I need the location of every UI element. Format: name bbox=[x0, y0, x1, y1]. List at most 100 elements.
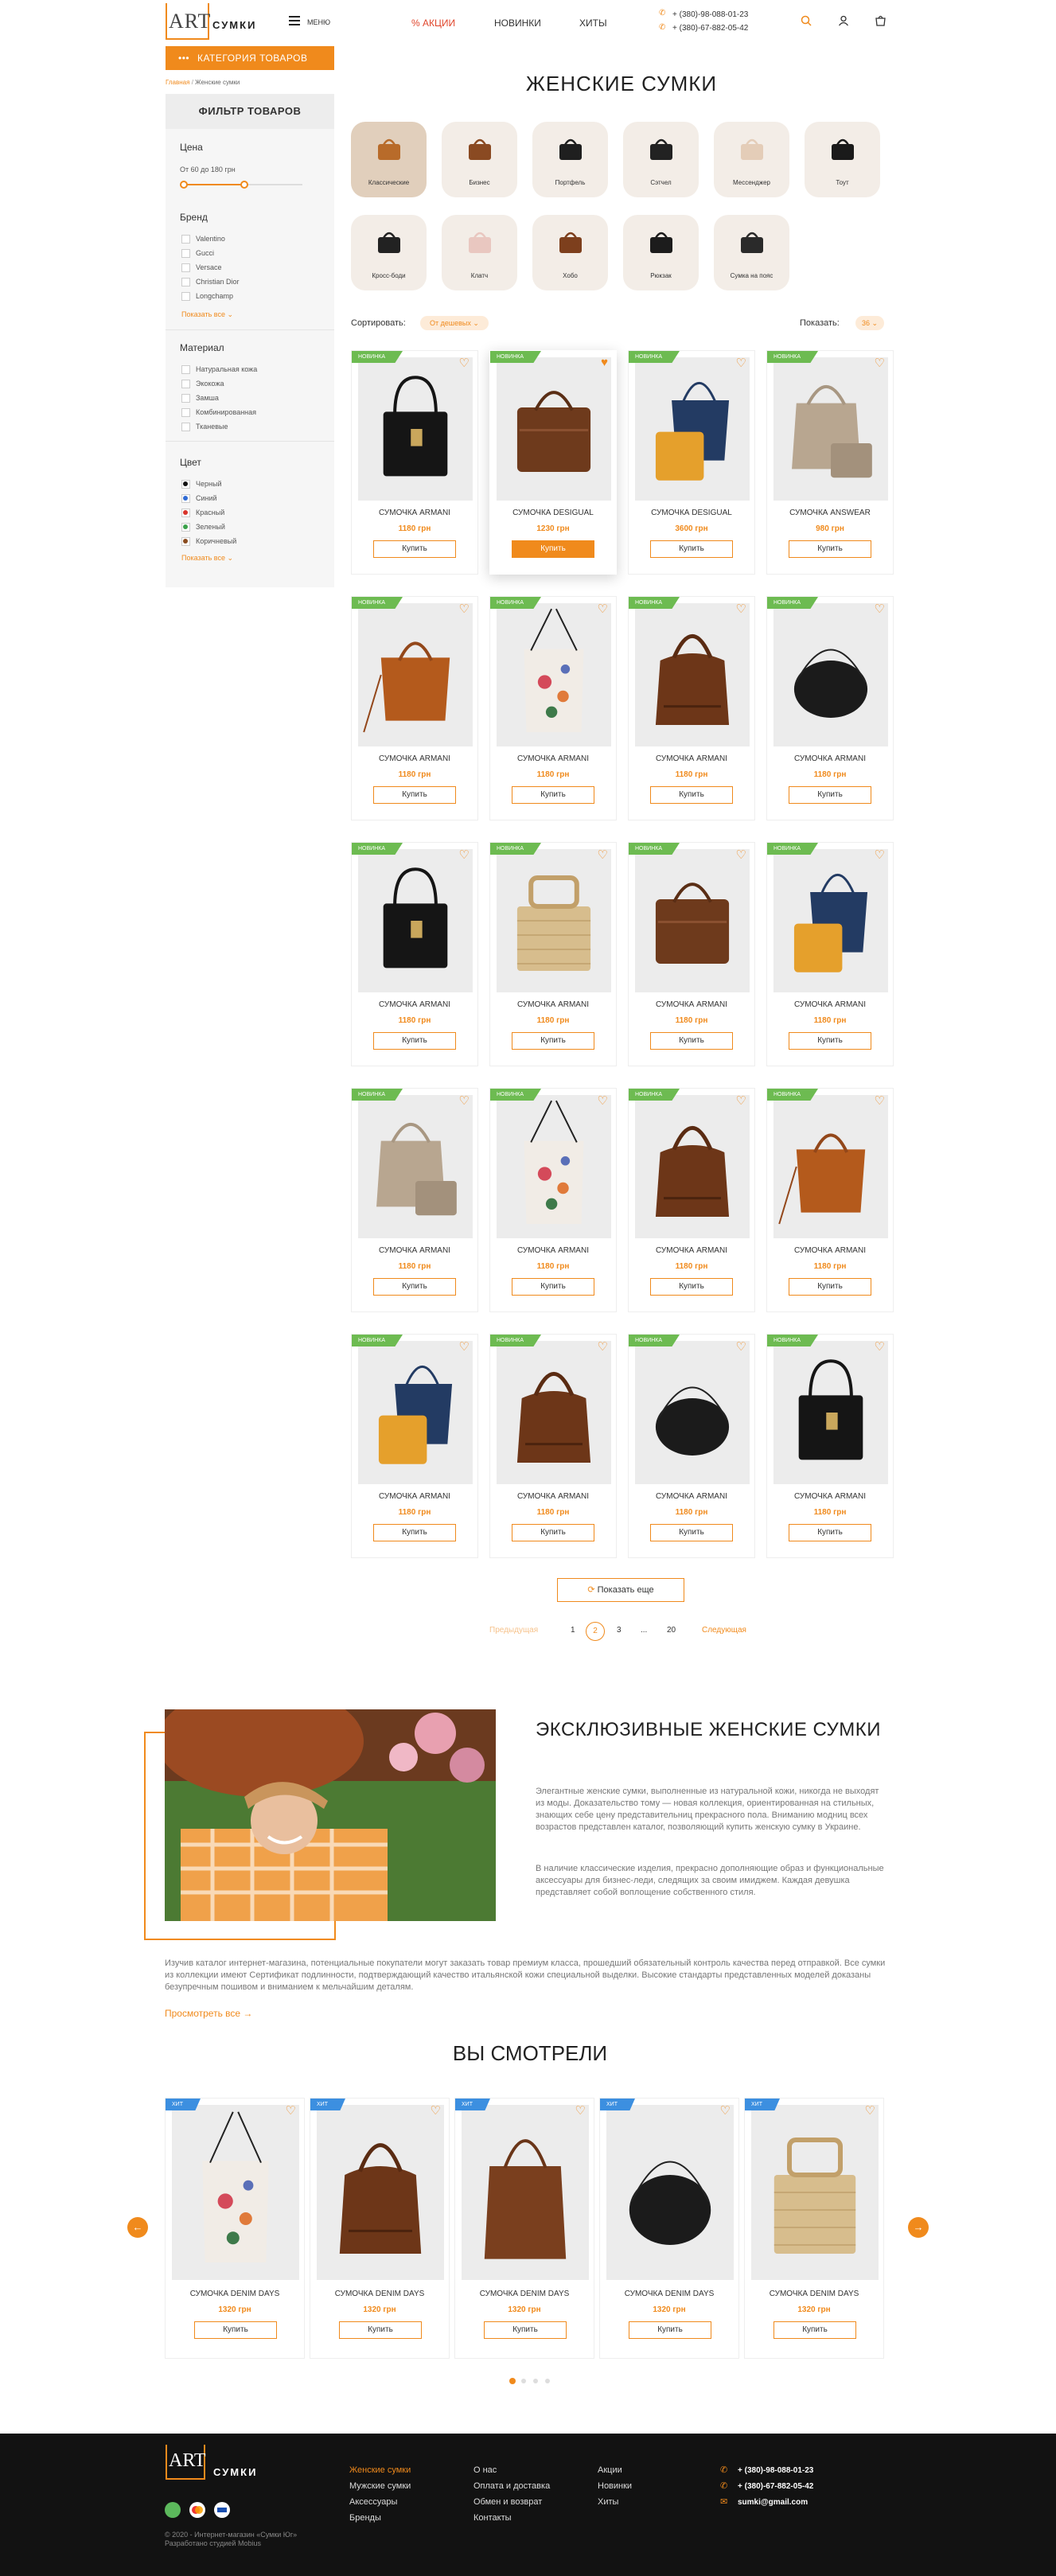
price-slider-max-handle[interactable] bbox=[240, 181, 248, 189]
pagination-next[interactable]: Следующая bbox=[702, 1626, 746, 1635]
product-card[interactable]: НОВИНКА ♡ СУМОЧКА ARMANI 1180 грн Купить bbox=[766, 1088, 894, 1312]
product-image[interactable] bbox=[773, 357, 888, 501]
product-name[interactable]: СУМОЧКА ANSWEAR bbox=[767, 509, 893, 517]
product-image[interactable] bbox=[635, 603, 750, 746]
show-more-button[interactable]: ⟳ Показать еще bbox=[557, 1578, 684, 1602]
menu-label[interactable]: МЕНЮ bbox=[307, 18, 330, 26]
pagination-page[interactable]: 20 bbox=[667, 1626, 676, 1635]
user-icon[interactable] bbox=[838, 15, 849, 26]
category-tile-satchel[interactable]: Сэтчел bbox=[623, 122, 699, 197]
product-name[interactable]: СУМОЧКА DESIGUAL bbox=[629, 509, 754, 517]
favorite-heart-icon[interactable]: ♡ bbox=[875, 356, 885, 370]
nav-new[interactable]: НОВИНКИ bbox=[494, 18, 541, 29]
product-card[interactable]: НОВИНКА ♡ СУМОЧКА ARMANI 1180 грн Купить bbox=[766, 1334, 894, 1558]
carousel-next-button[interactable]: → bbox=[908, 2217, 929, 2238]
favorite-heart-icon[interactable]: ♡ bbox=[459, 1093, 470, 1108]
category-tile-belt[interactable]: Сумка на пояс bbox=[714, 215, 789, 290]
viewed-product-card[interactable]: ХИТ ♡ СУМОЧКА DENIM DAYS 1320 грн Купить bbox=[744, 2098, 884, 2359]
carousel-dot-active[interactable] bbox=[509, 2378, 516, 2384]
brand-option[interactable]: Valentino bbox=[181, 234, 225, 244]
product-card[interactable]: НОВИНКА ♡ СУМОЧКА ARMANI 1180 грн Купить bbox=[351, 842, 478, 1066]
buy-button[interactable]: Купить bbox=[650, 1278, 733, 1296]
buy-button[interactable]: Купить bbox=[373, 1278, 456, 1296]
buy-button[interactable]: Купить bbox=[373, 1524, 456, 1541]
footer-phone-1[interactable]: + (380)-98-088-01-23 bbox=[738, 2466, 813, 2475]
nav-sales[interactable]: % АКЦИИ bbox=[411, 18, 455, 29]
material-option[interactable]: Натуральная кожа bbox=[181, 364, 257, 374]
product-card[interactable]: НОВИНКА ♡ СУМОЧКА ANSWEAR 980 грн Купить bbox=[766, 350, 894, 575]
price-slider[interactable] bbox=[180, 181, 302, 189]
buy-button[interactable]: Купить bbox=[789, 1524, 871, 1541]
pagination-page[interactable]: 3 bbox=[617, 1626, 622, 1635]
buy-button[interactable]: Купить bbox=[650, 1032, 733, 1050]
product-card[interactable]: НОВИНКА ♡ СУМОЧКА ARMANI 1180 грн Купить bbox=[628, 1088, 755, 1312]
product-image[interactable] bbox=[317, 2105, 444, 2280]
product-name[interactable]: СУМОЧКА ARMANI bbox=[490, 1000, 616, 1009]
product-card[interactable]: НОВИНКА ♡ СУМОЧКА ARMANI 1180 грн Купить bbox=[351, 350, 478, 575]
product-card[interactable]: НОВИНКА ♡ СУМОЧКА ARMANI 1180 грн Купить bbox=[351, 1088, 478, 1312]
material-option[interactable]: Комбинированная bbox=[181, 407, 256, 417]
brand-option[interactable]: Longchamp bbox=[181, 291, 233, 301]
footer-link[interactable]: Новинки bbox=[598, 2481, 632, 2491]
header-phone-1[interactable]: + (380)-98-088-01-23 bbox=[672, 10, 748, 19]
color-option[interactable]: Черный bbox=[181, 479, 221, 489]
product-card[interactable]: НОВИНКА ♡ СУМОЧКА ARMANI 1180 грн Купить bbox=[489, 1334, 617, 1558]
product-name[interactable]: СУМОЧКА ARMANI bbox=[629, 1492, 754, 1501]
product-image[interactable] bbox=[751, 2105, 879, 2280]
product-name[interactable]: СУМОЧКА ARMANI bbox=[352, 1492, 477, 1501]
product-name[interactable]: СУМОЧКА ARMANI bbox=[352, 509, 477, 517]
material-option[interactable]: Замша bbox=[181, 393, 219, 403]
favorite-heart-icon[interactable]: ♡ bbox=[875, 1093, 885, 1108]
buy-button[interactable]: Купить bbox=[789, 540, 871, 558]
product-name[interactable]: СУМОЧКА DENIM DAYS bbox=[455, 2290, 594, 2298]
product-card[interactable]: НОВИНКА ♡ СУМОЧКА ARMANI 1180 грн Купить bbox=[628, 842, 755, 1066]
color-option[interactable]: Синий bbox=[181, 493, 217, 503]
buy-button[interactable]: Купить bbox=[512, 540, 594, 558]
carousel-dot[interactable] bbox=[521, 2379, 526, 2383]
color-option[interactable]: Коричневый bbox=[181, 536, 236, 546]
buy-button[interactable]: Купить bbox=[512, 1032, 594, 1050]
product-image[interactable] bbox=[358, 849, 473, 992]
category-tile-back[interactable]: Рюкзак bbox=[623, 215, 699, 290]
product-image[interactable] bbox=[497, 603, 611, 746]
product-name[interactable]: СУМОЧКА ARMANI bbox=[767, 1492, 893, 1501]
favorite-heart-icon[interactable]: ♡ bbox=[459, 602, 470, 616]
buy-button[interactable]: Купить bbox=[339, 2321, 422, 2339]
product-card[interactable]: НОВИНКА ♡ СУМОЧКА ARMANI 1180 грн Купить bbox=[628, 1334, 755, 1558]
color-option[interactable]: Красный bbox=[181, 508, 224, 517]
price-slider-min-handle[interactable] bbox=[180, 181, 188, 189]
carousel-dot[interactable] bbox=[533, 2379, 538, 2383]
buy-button[interactable]: Купить bbox=[789, 786, 871, 804]
footer-link[interactable]: О нас bbox=[473, 2465, 497, 2475]
category-tile-classic[interactable]: Классические bbox=[351, 122, 427, 197]
favorite-heart-icon[interactable]: ♡ bbox=[459, 1339, 470, 1354]
product-image[interactable] bbox=[358, 603, 473, 746]
product-card[interactable]: НОВИНКА ♡ СУМОЧКА ARMANI 1180 грн Купить bbox=[351, 596, 478, 820]
product-name[interactable]: СУМОЧКА ARMANI bbox=[490, 754, 616, 763]
product-name[interactable]: СУМОЧКА ARMANI bbox=[352, 1246, 477, 1255]
viewed-product-card[interactable]: ХИТ ♡ СУМОЧКА DENIM DAYS 1320 грн Купить bbox=[599, 2098, 739, 2359]
product-image[interactable] bbox=[635, 357, 750, 501]
favorite-heart-icon[interactable]: ♡ bbox=[736, 1093, 746, 1108]
color-show-all[interactable]: Показать все ⌄ bbox=[181, 554, 233, 563]
product-image[interactable] bbox=[358, 1095, 473, 1238]
footer-link[interactable]: Аксессуары bbox=[349, 2497, 397, 2507]
category-tile-hobo[interactable]: Хобо bbox=[532, 215, 608, 290]
buy-button[interactable]: Купить bbox=[194, 2321, 277, 2339]
product-name[interactable]: СУМОЧКА DENIM DAYS bbox=[310, 2290, 449, 2298]
favorite-heart-icon[interactable]: ♡ bbox=[598, 602, 608, 616]
product-card[interactable]: НОВИНКА ♡ СУМОЧКА ARMANI 1180 грн Купить bbox=[489, 596, 617, 820]
product-card[interactable]: НОВИНКА ♡ СУМОЧКА ARMANI 1180 грн Купить bbox=[766, 842, 894, 1066]
product-image[interactable] bbox=[773, 1095, 888, 1238]
product-image[interactable] bbox=[635, 1341, 750, 1484]
favorite-heart-icon[interactable]: ♡ bbox=[736, 1339, 746, 1354]
favorite-heart-icon[interactable]: ♡ bbox=[459, 356, 470, 370]
product-image[interactable] bbox=[606, 2105, 734, 2280]
favorite-heart-icon[interactable]: ♥ bbox=[601, 356, 608, 369]
favorite-heart-icon[interactable]: ♡ bbox=[736, 356, 746, 370]
buy-button[interactable]: Купить bbox=[373, 540, 456, 558]
product-image[interactable] bbox=[462, 2105, 589, 2280]
product-name[interactable]: СУМОЧКА ARMANI bbox=[352, 754, 477, 763]
buy-button[interactable]: Купить bbox=[373, 786, 456, 804]
product-image[interactable] bbox=[773, 1341, 888, 1484]
